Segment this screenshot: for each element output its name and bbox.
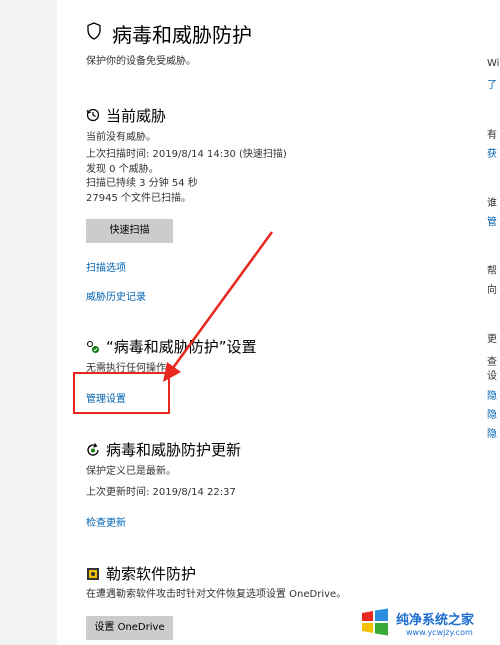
sidebar-question-heading: 有 <box>487 130 497 141</box>
sidebar-help-heading: 帮 <box>487 266 497 277</box>
sidebar-who-heading: 谁 <box>487 198 497 209</box>
watermark-url: www.ycwjzy.com <box>406 628 473 637</box>
watermark: 纯净系统之家 www.ycwjzy.com <box>360 603 496 643</box>
setup-onedrive-button[interactable]: 设置 OneDrive <box>86 616 173 640</box>
annotation-arrow <box>163 231 274 382</box>
sidebar-learn-link[interactable]: 了 <box>487 76 497 91</box>
sidebar-privacy-link-2[interactable]: 隐 <box>487 406 497 421</box>
updates-heading: 病毒和威胁防护更新 <box>106 441 242 459</box>
sidebar-privacy-link-1[interactable]: 隐 <box>487 387 497 402</box>
sidebar-windows-heading: Wi <box>487 58 500 69</box>
sidebar-privacy-text-1: 查 <box>487 357 497 368</box>
ransomware-description: 在遭遇勒索软件攻击时针对文件恢复选项设置 OneDrive。 <box>86 589 347 600</box>
ransomware-folder-icon <box>86 566 100 585</box>
sidebar-manage-link[interactable]: 管 <box>487 213 497 228</box>
definitions-status: 保护定义已是最新。 <box>86 466 176 477</box>
ransomware-heading: 勒索软件防护 <box>106 565 197 583</box>
check-updates-link[interactable]: 检查更新 <box>86 514 126 529</box>
sidebar-privacy-heading: 更 <box>487 334 497 345</box>
update-refresh-icon <box>86 442 100 461</box>
sidebar-help-text: 向 <box>487 285 497 296</box>
last-update-line: 上次更新时间: 2019/8/14 22:37 <box>86 487 236 498</box>
sidebar-privacy-text-2: 设 <box>487 371 497 382</box>
windows-logo-icon <box>362 608 388 636</box>
sidebar-privacy-link-3[interactable]: 隐 <box>487 425 497 440</box>
watermark-brand: 纯净系统之家 <box>396 613 475 628</box>
sidebar-get-help-link[interactable]: 获 <box>487 145 497 160</box>
